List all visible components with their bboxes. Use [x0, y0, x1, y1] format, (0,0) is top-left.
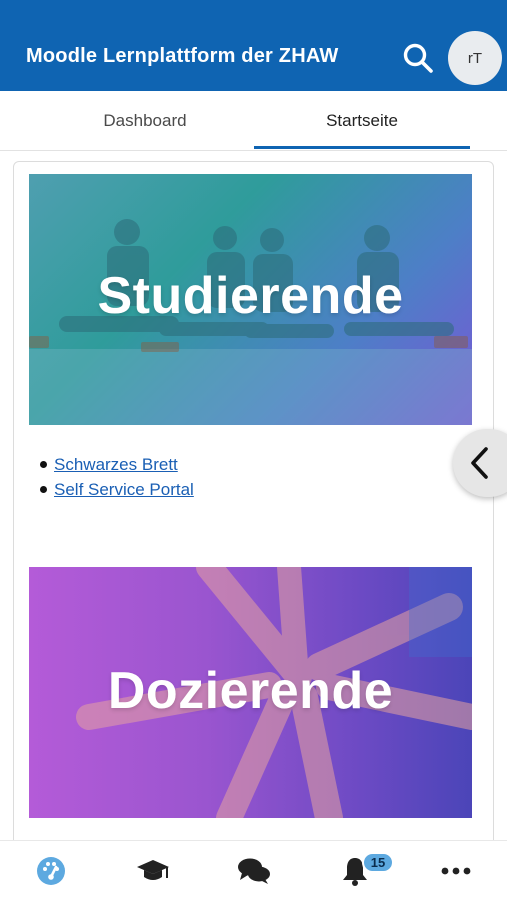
link-list: Schwarzes Brett Self Service Portal [40, 452, 194, 502]
dozierende-title: Dozierende [107, 662, 394, 720]
self-service-portal-link[interactable]: Self Service Portal [54, 480, 194, 499]
tab-startseite-label: Startseite [326, 111, 398, 130]
schwarzes-brett-link[interactable]: Schwarzes Brett [54, 455, 178, 474]
nav-courses-button[interactable] [135, 853, 171, 889]
nav-messages-button[interactable] [236, 853, 272, 889]
site-home-content: Studierende Schwarzes Brett Self Service… [13, 161, 494, 900]
search-icon [403, 43, 433, 73]
bottom-navigation [0, 840, 507, 900]
list-item: Schwarzes Brett [40, 452, 194, 477]
more-dots-icon [441, 867, 471, 875]
nav-more-button[interactable] [438, 853, 474, 889]
tab-dashboard[interactable]: Dashboard [40, 91, 250, 151]
bullet-icon [40, 486, 47, 493]
tab-bar: Dashboard Startseite [0, 91, 507, 151]
notification-count-badge: 15 [362, 852, 394, 873]
dashboard-gauge-icon [37, 857, 65, 885]
avatar-initials: rT [467, 49, 483, 67]
search-button[interactable] [400, 40, 436, 76]
list-item: Self Service Portal [40, 477, 194, 502]
top-app-bar: Moodle Lernplattform der ZHAW rT [0, 0, 507, 91]
chevron-left-icon [471, 447, 488, 479]
graduation-cap-icon [137, 860, 169, 880]
user-avatar-button[interactable]: rT [448, 31, 502, 85]
chat-bubbles-icon [238, 858, 270, 884]
studierende-title: Studierende [97, 267, 404, 325]
active-tab-indicator [254, 146, 470, 149]
tab-dashboard-label: Dashboard [103, 111, 187, 130]
bullet-icon [40, 461, 47, 468]
app-root: Moodle Lernplattform der ZHAW rT Dashboa… [0, 0, 507, 900]
tab-startseite[interactable]: Startseite [254, 91, 470, 151]
nav-dashboard-button[interactable] [33, 853, 69, 889]
dozierende-banner[interactable]: Dozierende [29, 567, 472, 818]
app-title: Moodle Lernplattform der ZHAW [26, 45, 339, 67]
studierende-banner[interactable]: Studierende [29, 174, 472, 425]
